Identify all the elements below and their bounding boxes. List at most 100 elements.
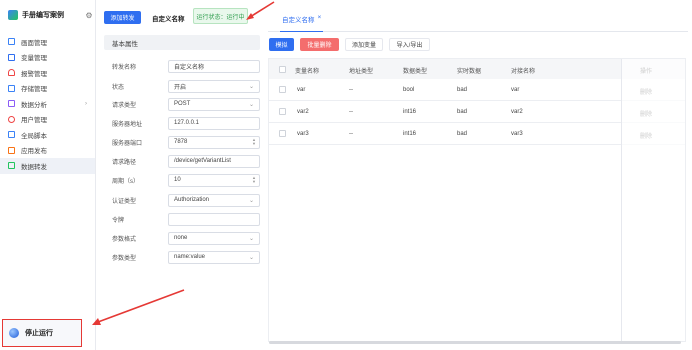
add-variable-button[interactable]: 添加变量 [345,38,383,51]
panel-header: 基本属性 [104,35,260,50]
forward-name-input[interactable]: 自定义名称 [168,59,260,73]
globe-icon [9,328,19,338]
sidebar-item-screens[interactable]: 画面管理 [0,34,95,50]
form-row-token: 令牌 [104,212,260,226]
chevron-right-icon: › [85,100,87,107]
sidebar-item-analysis[interactable]: 数据分析 › [0,96,95,112]
chevron-down-icon: ⌄ [248,235,254,242]
sidebar-menu: 画面管理 变量管理 报警管理 存储管理 数据分析 › 用户管理 全局脚本 应用发… [0,34,95,174]
user-icon [8,115,15,123]
select-value: name:value [174,254,206,260]
batch-delete-button[interactable]: 批量删除 [300,38,339,51]
storage-icon [8,84,15,92]
cell-realtime: bad [457,109,468,115]
screen-icon [8,38,15,46]
form-row-host: 服务器地址 127.0.0.1 [104,116,260,130]
column-header: 数据类型 [403,69,428,75]
request-type-select[interactable]: POST ⌄ [168,97,260,111]
cell-dock: var [511,87,520,93]
simulate-button[interactable]: 模拟 [269,38,294,51]
tab-label: 自定义名称 [282,17,315,24]
period-stepper[interactable]: 10 ▲ ▼ [168,173,260,187]
row-checkbox[interactable] [279,86,286,93]
field-label: 服务器地址 [112,121,143,128]
stop-run-button[interactable]: 停止运行 [2,319,82,347]
forward-icon [8,162,15,170]
server-address-input[interactable]: 127.0.0.1 [168,116,260,130]
cell-name: var3 [297,131,309,137]
auth-type-select[interactable]: Authorization ⌄ [168,193,260,207]
column-header: 对接名称 [511,69,536,75]
column-header: 地址类型 [349,69,374,75]
cell-name: var [297,87,306,93]
form-row-auth: 认证类型 Authorization ⌄ [104,193,260,207]
status-select[interactable]: 开启 ⌄ [168,79,260,93]
form-row-param-format: 参数格式 none ⌄ [104,231,260,245]
cell-realtime: bad [457,87,468,93]
field-label: 认证类型 [112,198,137,205]
select-all-checkbox[interactable] [279,66,286,73]
form-row-period: 周期（s） 10 ▲ ▼ [104,173,260,187]
field-label: 服务器端口 [112,140,143,147]
forward-name-title: 自定义名称 [152,16,185,23]
publish-icon [8,146,15,154]
sidebar-item-forward[interactable]: 数据转发 [0,158,95,174]
bell-icon [8,69,15,77]
request-path-input[interactable]: /device/getVariantList [168,154,260,168]
spinner-arrows-icon[interactable]: ▲ ▼ [252,137,256,148]
sidebar-item-alarms[interactable]: 报警管理 [0,65,95,81]
form-row-name: 转发名称 自定义名称 [104,59,260,73]
horizontal-scrollbar[interactable] [269,341,681,344]
field-label: 转发名称 [112,64,137,71]
select-value: 开启 [174,84,187,91]
sidebar-item-label: 数据转发 [21,163,47,171]
sidebar-item-label: 全局脚本 [21,132,47,140]
chevron-down-icon: ⌄ [248,197,254,204]
close-icon[interactable]: × [318,14,322,21]
add-forward-button[interactable]: 添加转发 [104,11,141,24]
brand: 手册编写案例 ⚙ [0,0,95,30]
stop-run-label: 停止运行 [25,330,53,337]
sidebar-item-publish[interactable]: 应用发布 [0,143,95,159]
sidebar-item-users[interactable]: 用户管理 [0,112,95,128]
sidebar-item-variables[interactable]: 变量管理 [0,50,95,66]
import-export-button[interactable]: 导入/导出 [389,38,430,51]
row-checkbox[interactable] [279,108,286,115]
field-label: 请求路径 [112,159,137,166]
form-row-param-type: 参数类型 name:value ⌄ [104,250,260,264]
cell-addr: -- [349,87,353,93]
basic-properties-panel: 基本属性 转发名称 自定义名称 状态 开启 ⌄ 请求类型 POST ⌄ 服务器地址 … [104,35,260,350]
select-value: none [174,235,188,241]
cell-name: var2 [297,109,309,115]
form-row-path: 请求路径 /device/getVariantList [104,154,260,168]
cell-dtype: int16 [403,109,417,115]
column-header: 变量名称 [295,69,320,75]
operation-column [621,59,685,341]
param-type-select[interactable]: name:value ⌄ [168,250,260,264]
cell-realtime: bad [457,131,468,137]
gear-icon[interactable]: ⚙ [83,11,95,20]
token-input[interactable] [168,212,260,226]
cell-addr: -- [349,131,353,137]
spinner-arrows-icon[interactable]: ▲ ▼ [252,175,256,186]
tab-custom-name[interactable]: 自定义名称 × [280,14,324,32]
server-port-stepper[interactable]: 7878 ▲ ▼ [168,135,260,149]
select-value: POST [174,101,191,107]
cell-dtype: bool [403,87,415,93]
sidebar-item-storage[interactable]: 存储管理 [0,81,95,97]
sidebar-item-label: 用户管理 [21,117,47,125]
select-value: Authorization [174,197,210,203]
cell-dock: var2 [511,109,523,115]
row-checkbox[interactable] [279,130,286,137]
sidebar-item-label: 变量管理 [21,55,47,63]
cell-addr: -- [349,109,353,115]
field-label: 令牌 [112,217,125,224]
sidebar-item-scripts[interactable]: 全局脚本 [0,127,95,143]
chart-icon [8,100,15,108]
cell-dock: var3 [511,131,523,137]
stepper-value: 7878 [174,139,188,145]
param-format-select[interactable]: none ⌄ [168,231,260,245]
app-logo-icon [8,10,18,20]
field-label: 参数格式 [112,236,137,243]
field-label: 状态 [112,84,125,91]
